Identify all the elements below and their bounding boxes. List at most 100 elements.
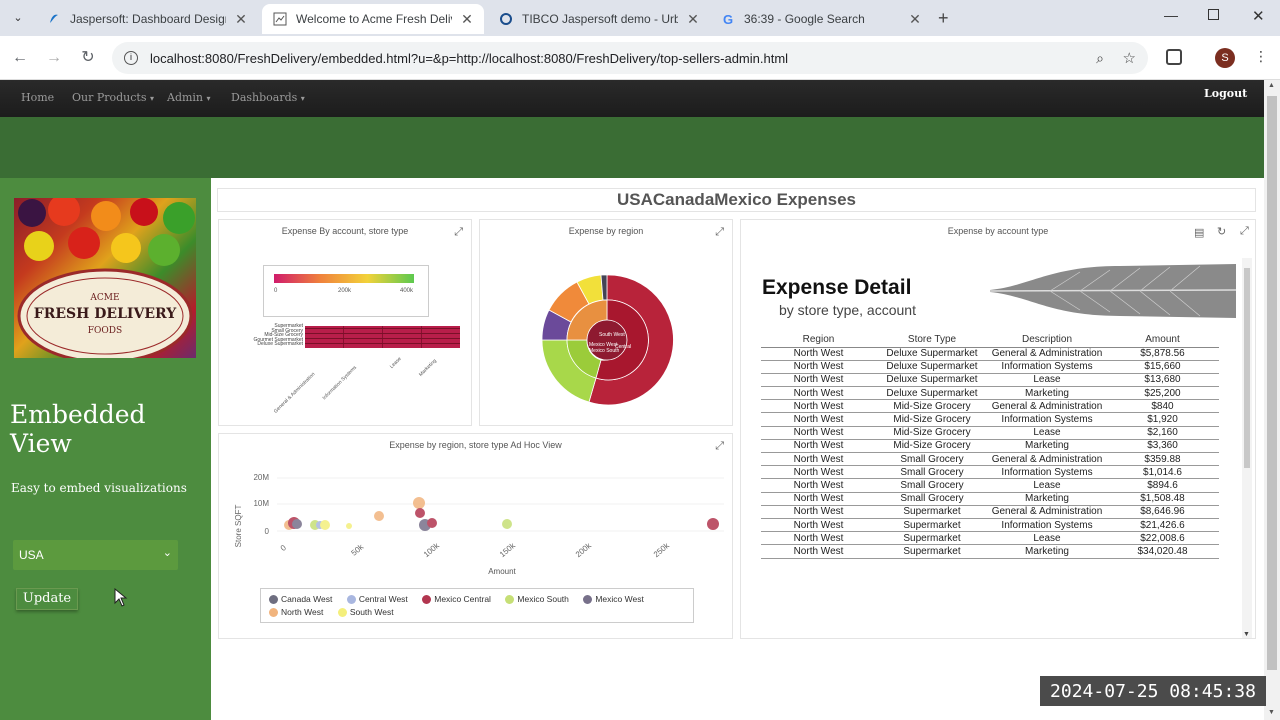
table-cell: General & Administration xyxy=(988,399,1106,414)
browser-tab-tibco[interactable]: TIBCO Jaspersoft demo - Urban ✕ xyxy=(488,4,710,34)
country-select[interactable]: USA ⌄ xyxy=(13,540,178,570)
report-table-wrapper: Region Store Type Description Amount Nor… xyxy=(761,333,1221,559)
expand-icon[interactable]: ⤢ xyxy=(715,226,724,239)
table-cell: $894.6 xyxy=(1106,478,1219,493)
x-tick-label: 250k xyxy=(652,540,672,559)
report-scrollbar[interactable]: ▼ xyxy=(1242,258,1252,638)
table-cell: $8,646.96 xyxy=(1106,505,1219,519)
table-row: North West Mid-Size Grocery General & Admi… xyxy=(761,399,1219,414)
table-cell: Mid-Size Grocery xyxy=(876,439,988,454)
table-cell: Supermarket xyxy=(876,544,988,559)
scroll-down-icon[interactable]: ▼ xyxy=(1268,709,1275,716)
browser-tab-strip: ⌄ Jaspersoft: Dashboard Designer ✕ Welco… xyxy=(0,0,1280,36)
close-window-button[interactable]: ✕ xyxy=(1252,7,1265,25)
scatter-point xyxy=(707,518,719,530)
update-button[interactable]: Update xyxy=(16,588,78,610)
panel-title: Expense by account type xyxy=(947,226,1049,236)
legend-item[interactable]: Central West xyxy=(346,593,408,606)
table-cell: General & Administration xyxy=(988,505,1106,519)
panel-expense-by-account-type: Expense by account type ▤ ↻ ⤢ ▼ Expense … xyxy=(740,219,1256,639)
browser-menu-icon[interactable]: ⋮ xyxy=(1254,48,1268,65)
browser-tab-google[interactable]: G 36:39 - Google Search ✕ xyxy=(710,4,932,34)
panel-title: Expense By account, store type xyxy=(281,226,409,236)
legend-item[interactable]: Mexico West xyxy=(583,593,644,606)
zoom-icon[interactable]: ⌕ xyxy=(1096,50,1104,67)
browser-tab-welcome[interactable]: Welcome to Acme Fresh Delivery ✕ xyxy=(262,4,484,34)
close-tab-icon[interactable]: ✕ xyxy=(908,11,922,28)
extensions-icon[interactable] xyxy=(1166,49,1182,65)
expand-icon[interactable]: ⤢ xyxy=(715,440,724,453)
sidebar: ACME FRESH DELIVERY FOODS Embedded View … xyxy=(0,178,211,720)
table-cell: $840 xyxy=(1106,399,1219,414)
legend-item[interactable]: Canada West xyxy=(269,593,332,606)
expand-icon[interactable]: ⤢ xyxy=(1240,225,1249,238)
legend-dot-icon xyxy=(269,595,278,604)
table-cell: Small Grocery xyxy=(876,452,988,467)
google-icon: G xyxy=(722,11,734,27)
back-icon[interactable]: ← xyxy=(10,48,30,68)
profile-avatar[interactable]: S xyxy=(1215,48,1235,68)
scroll-down-icon[interactable]: ▼ xyxy=(1243,631,1250,638)
legend-dot-icon xyxy=(583,595,593,604)
table-cell: Mid-Size Grocery xyxy=(876,399,988,414)
legend-item[interactable]: South West xyxy=(337,606,394,619)
table-row: North West Small Grocery Information Syste… xyxy=(761,465,1219,480)
minimize-window-button[interactable]: — xyxy=(1164,7,1178,23)
close-tab-icon[interactable]: ✕ xyxy=(234,11,248,28)
table-cell: $359.88 xyxy=(1106,452,1219,467)
heatmap-row-labels: Supermarket Small Grocery Mid-Size Groce… xyxy=(221,324,303,347)
table-cell: $1,508.48 xyxy=(1106,492,1219,506)
table-cell: Deluxe Supermarket xyxy=(876,347,988,361)
table-cell: $3,360 xyxy=(1106,439,1219,454)
legend-label: South West xyxy=(349,607,394,617)
nav-dashboards[interactable]: Dashboards ▾ xyxy=(231,91,305,104)
bookmark-star-icon[interactable]: ☆ xyxy=(1123,49,1136,67)
tab-search-button[interactable]: ⌄ xyxy=(8,8,28,28)
new-tab-button[interactable]: + xyxy=(938,8,949,29)
heatmap-grid xyxy=(305,326,460,348)
nav-our-products[interactable]: Our Products ▾ xyxy=(72,91,154,104)
restore-window-button[interactable] xyxy=(1208,9,1219,20)
legend-item[interactable]: Mexico Central xyxy=(422,593,491,606)
column-label: Information Systems xyxy=(321,364,359,402)
site-info-icon[interactable]: i xyxy=(124,51,138,65)
expand-icon[interactable]: ⤢ xyxy=(454,226,463,239)
table-cell: General & Administration xyxy=(988,452,1106,467)
logout-link[interactable]: Logout xyxy=(1204,87,1247,100)
x-tick-label: 100k xyxy=(422,540,442,559)
mouse-cursor-icon xyxy=(114,588,128,607)
country-select-value: USA xyxy=(19,548,44,562)
legend-item[interactable]: Mexico South xyxy=(505,593,569,606)
nav-admin[interactable]: Admin ▾ xyxy=(167,91,211,104)
address-bar[interactable]: i localhost:8080/FreshDelivery/embedded.… xyxy=(112,42,1148,74)
nav-home[interactable]: Home xyxy=(21,91,54,104)
refresh-icon[interactable]: ↻ xyxy=(1217,225,1226,238)
legend-item[interactable]: North West xyxy=(269,606,323,619)
table-cell: North West xyxy=(761,386,876,401)
x-tick-label: 50k xyxy=(350,542,366,558)
forward-icon[interactable]: → xyxy=(44,48,64,68)
panel-expense-by-region-store-type: Expense by region, store type Ad Hoc Vie… xyxy=(218,433,733,639)
scale-label: 400k xyxy=(400,288,414,294)
table-row: North West Deluxe Supermarket Lease $13,680 xyxy=(761,373,1219,388)
tab-title: TIBCO Jaspersoft demo - Urban xyxy=(522,12,678,26)
browser-toolbar: ← → ↻ i localhost:8080/FreshDelivery/emb… xyxy=(0,36,1280,80)
reload-icon[interactable]: ↻ xyxy=(78,48,98,68)
legend-label: Canada West xyxy=(281,594,333,604)
table-cell: Supermarket xyxy=(876,505,988,519)
legend-label: Mexico West xyxy=(595,594,644,604)
page-scrollbar[interactable]: ▲ ▼ xyxy=(1264,80,1280,720)
table-cell: $5,878.56 xyxy=(1106,347,1219,361)
close-tab-icon[interactable]: ✕ xyxy=(686,11,700,28)
table-cell: North West xyxy=(761,412,876,427)
export-icon[interactable]: ▤ xyxy=(1194,226,1204,239)
tab-title: Jaspersoft: Dashboard Designer xyxy=(70,12,226,26)
scroll-up-icon[interactable]: ▲ xyxy=(1268,82,1275,89)
table-cell: North West xyxy=(761,360,876,374)
sidebar-heading: Embedded View xyxy=(10,400,146,458)
report-subtitle: by store type, account xyxy=(779,302,916,318)
legend-dot-icon xyxy=(505,595,515,604)
close-tab-icon[interactable]: ✕ xyxy=(460,11,474,28)
dashboard-area: USACanadaMexico Expenses Expense By acco… xyxy=(211,178,1264,720)
browser-tab-jaspersoft[interactable]: Jaspersoft: Dashboard Designer ✕ xyxy=(36,4,258,34)
